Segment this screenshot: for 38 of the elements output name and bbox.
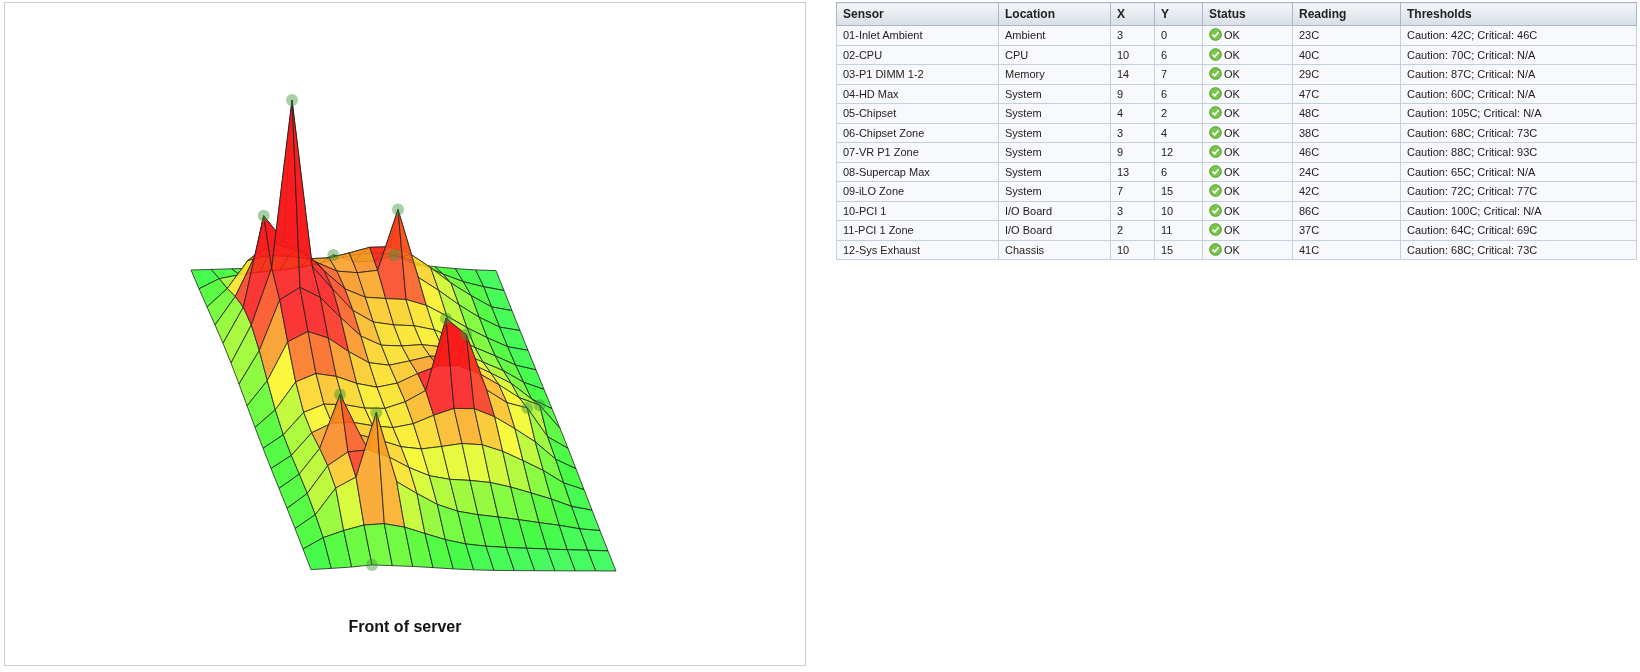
column-header: Location [998,2,1111,26]
table-cell: 12-Sys Exhaust [836,240,999,260]
table-cell: 01-Inlet Ambient [836,25,999,45]
table-cell: 10-PCI 1 [836,201,999,221]
column-header: Status [1202,2,1293,26]
check-circle-icon [1209,223,1222,236]
plot-caption: Front of server [348,617,462,637]
status-text: OK [1224,107,1240,119]
status-text: OK [1224,87,1240,100]
column-header: Reading [1292,2,1401,26]
column-header: Sensor [836,2,999,26]
status-text: OK [1224,224,1240,236]
check-circle-icon [1209,28,1222,41]
status-text: OK [1224,165,1240,178]
status-text: OK [1224,185,1240,197]
status-text: OK [1224,243,1240,256]
table-cell: 11-PCI 1 Zone [836,220,999,240]
status-text: OK [1224,126,1240,139]
table-cell: 04-HD Max [836,84,999,104]
column-header: X [1110,2,1155,26]
table-cell: 03-P1 DIMM 1-2 [836,64,999,84]
check-circle-icon [1209,184,1222,197]
table-cell: 09-iLO Zone [836,181,999,201]
check-circle-icon [1209,145,1222,158]
status-text: OK [1224,48,1240,61]
table-cell: 08-Supercap Max [836,162,999,182]
table-cell: 05-Chipset [836,103,999,123]
table-cell: 06-Chipset Zone [836,123,999,143]
check-circle-icon [1209,106,1222,119]
table-cell: 02-CPU [836,45,999,65]
status-text: OK [1224,204,1240,217]
check-circle-icon [1209,67,1222,80]
column-header: Y [1154,2,1203,26]
status-text: OK [1224,68,1240,80]
table-cell: 07-VR P1 Zone [836,142,999,162]
status-text: OK [1224,29,1240,41]
status-text: OK [1224,146,1240,158]
column-header: Thresholds [1400,2,1637,26]
